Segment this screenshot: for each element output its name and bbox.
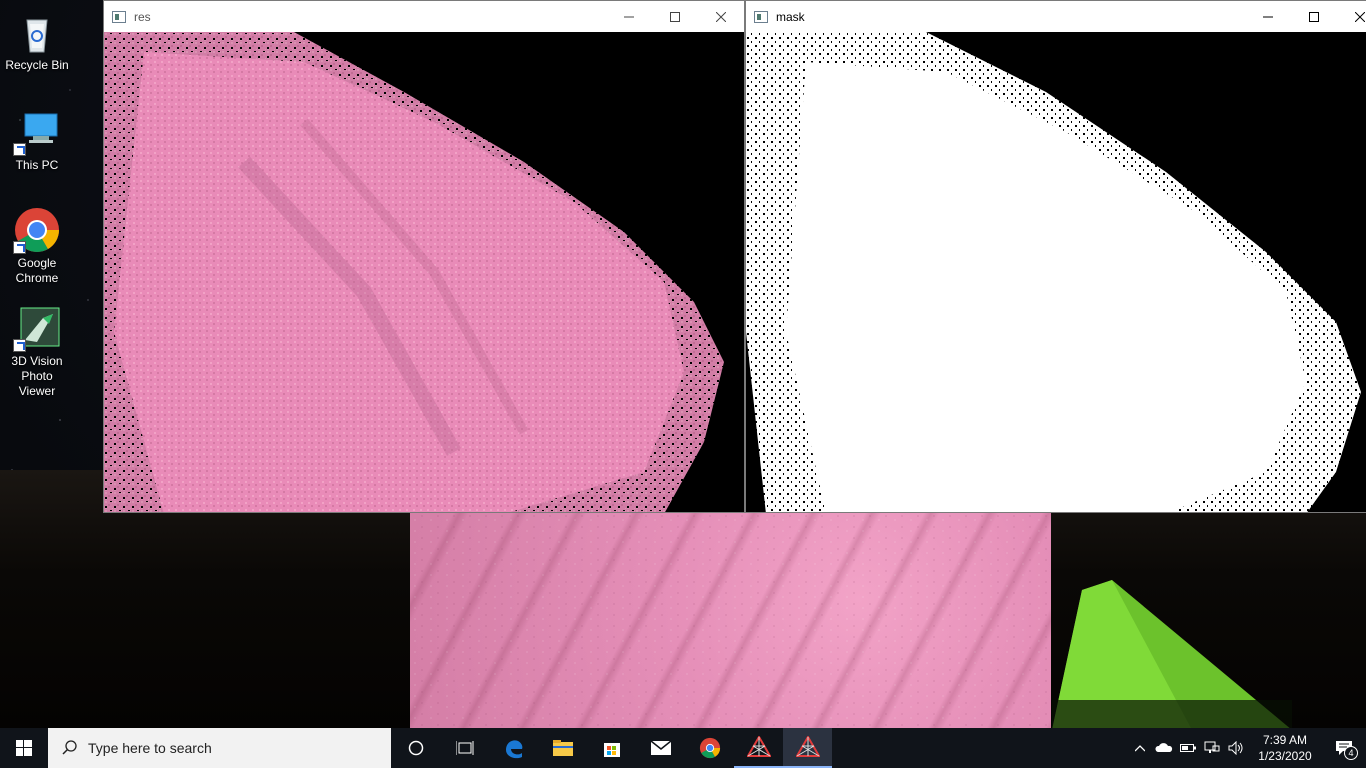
battery-button[interactable] — [1176, 728, 1200, 768]
opencv-app-active-icon — [795, 736, 820, 757]
mask-window[interactable]: mask — [745, 0, 1366, 513]
desktop-icon-recycle-bin[interactable]: Recycle Bin — [2, 8, 72, 73]
opencv-window-button[interactable] — [734, 728, 783, 768]
res-image — [104, 32, 744, 512]
res-window[interactable]: res — [103, 0, 745, 513]
taskbar-search-box[interactable]: Type here to search — [48, 728, 391, 768]
desktop-icon-label: Recycle Bin — [5, 58, 69, 72]
system-tray: 7:39 AM 1/23/2020 4 — [1128, 728, 1366, 768]
edge-button[interactable] — [489, 728, 538, 768]
maximize-icon — [1309, 11, 1319, 22]
search-icon — [62, 740, 77, 755]
res-titlebar[interactable]: res — [104, 1, 744, 32]
desktop-icon-label: This PC — [15, 158, 59, 172]
clock-date: 1/23/2020 — [1258, 749, 1312, 763]
maximize-icon — [670, 11, 680, 22]
minimize-icon — [624, 16, 634, 17]
mask-image — [746, 32, 1366, 512]
notification-count-badge: 4 — [1344, 746, 1358, 760]
chrome-taskbar-button[interactable] — [685, 728, 734, 768]
recycle-bin-icon — [13, 8, 61, 56]
desktop-icon-label: 3D Vision Photo Viewer — [11, 354, 63, 398]
file-explorer-button[interactable] — [538, 728, 587, 768]
chevron-up-icon — [1135, 745, 1145, 752]
shortcut-arrow-icon — [13, 143, 26, 156]
task-view-button[interactable] — [440, 728, 489, 768]
volume-button[interactable] — [1224, 728, 1248, 768]
windows-logo-icon — [16, 740, 32, 756]
minimize-icon — [1263, 16, 1273, 17]
file-explorer-icon — [552, 740, 573, 756]
window-app-icon — [754, 10, 768, 23]
store-icon — [603, 743, 620, 757]
mask-window-title: mask — [776, 9, 805, 24]
chrome-icon — [699, 737, 720, 759]
desktop-icon-label: Google Chrome — [15, 256, 59, 285]
clock-time: 7:39 AM — [1262, 733, 1308, 747]
shortcut-arrow-icon — [13, 339, 26, 352]
opencv-window-active-button[interactable] — [783, 728, 832, 768]
desktop-icon-google-chrome[interactable]: Google Chrome — [2, 206, 72, 286]
taskbar: Type here to search 7:39 AM 1/23/2020 4 — [0, 728, 1366, 768]
action-center-button[interactable]: 4 — [1322, 728, 1366, 768]
show-hidden-icons-button[interactable] — [1128, 728, 1152, 768]
res-window-title: res — [134, 9, 151, 24]
desktop-icon-this-pc[interactable]: This PC — [2, 108, 72, 173]
chrome-icon — [13, 206, 61, 254]
search-placeholder: Type here to search — [88, 740, 212, 756]
close-icon — [716, 11, 726, 22]
mask-titlebar[interactable]: mask — [746, 1, 1366, 32]
minimize-button[interactable] — [1245, 1, 1291, 32]
camera-frame-image — [410, 513, 1051, 728]
onedrive-button[interactable] — [1152, 728, 1176, 768]
close-icon — [1355, 11, 1365, 22]
edge-icon — [505, 740, 522, 759]
taskbar-clock[interactable]: 7:39 AM 1/23/2020 — [1248, 732, 1322, 764]
cortana-button[interactable] — [391, 728, 440, 768]
maximize-button[interactable] — [1291, 1, 1337, 32]
window-app-icon — [112, 10, 126, 23]
mail-button[interactable] — [636, 728, 685, 768]
network-icon — [1204, 741, 1220, 753]
cloud-icon — [1155, 743, 1173, 752]
task-view-icon — [455, 741, 473, 755]
opencv-app-icon — [746, 736, 771, 757]
battery-icon — [1180, 744, 1196, 752]
computer-icon — [13, 108, 61, 156]
minimize-button[interactable] — [606, 1, 652, 32]
wallpaper-tent — [1052, 580, 1292, 730]
mail-icon — [650, 740, 671, 755]
3d-vision-icon — [13, 304, 61, 352]
maximize-button[interactable] — [652, 1, 698, 32]
close-button[interactable] — [698, 1, 744, 32]
network-button[interactable] — [1200, 728, 1224, 768]
close-button[interactable] — [1337, 1, 1366, 32]
cortana-icon — [408, 740, 423, 756]
desktop-icon-3d-vision[interactable]: 3D Vision Photo Viewer — [2, 304, 72, 399]
speaker-icon — [1228, 741, 1243, 755]
store-button[interactable] — [587, 728, 636, 768]
shortcut-arrow-icon — [13, 241, 26, 254]
start-button[interactable] — [0, 728, 48, 768]
